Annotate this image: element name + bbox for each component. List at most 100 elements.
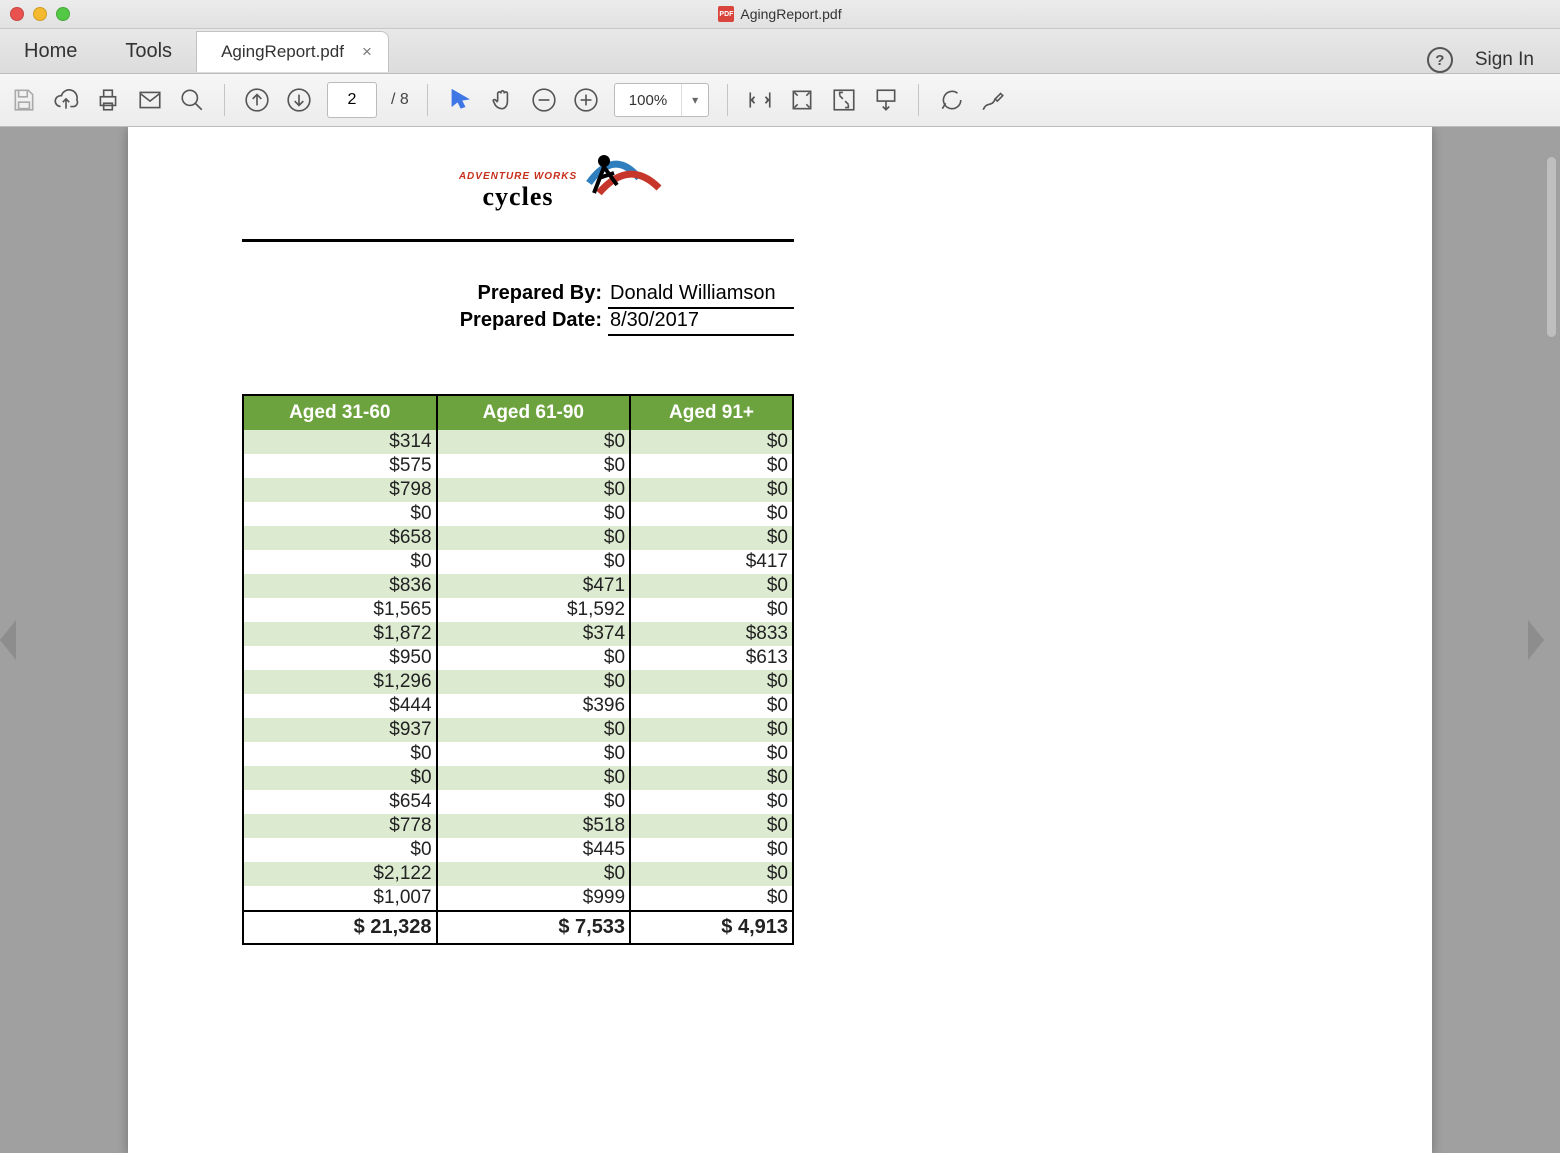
document-viewer[interactable]: ADVENTURE WORKS cycles Prepared By: Dona… xyxy=(0,127,1560,1153)
table-cell: $0 xyxy=(630,574,793,598)
window-titlebar: PDF AgingReport.pdf xyxy=(0,0,1560,29)
chevron-down-icon: ▾ xyxy=(681,84,708,116)
table-total-cell: $ 4,913 xyxy=(630,911,793,944)
fullscreen-icon[interactable] xyxy=(830,86,858,114)
table-cell: $836 xyxy=(243,574,437,598)
table-cell: $575 xyxy=(243,454,437,478)
table-cell: $0 xyxy=(437,790,631,814)
fit-width-icon[interactable] xyxy=(746,86,774,114)
print-icon[interactable] xyxy=(94,86,122,114)
table-row: $314$0$0 xyxy=(243,430,793,454)
table-cell: $0 xyxy=(630,526,793,550)
table-cell: $0 xyxy=(630,766,793,790)
search-icon[interactable] xyxy=(178,86,206,114)
email-icon[interactable] xyxy=(136,86,164,114)
table-cell: $999 xyxy=(437,886,631,911)
table-cell: $1,296 xyxy=(243,670,437,694)
table-cell: $518 xyxy=(437,814,631,838)
vertical-scrollbar[interactable] xyxy=(1545,127,1558,1153)
window-title-text: AgingReport.pdf xyxy=(740,6,841,22)
pdf-page: ADVENTURE WORKS cycles Prepared By: Dona… xyxy=(128,127,1432,1153)
table-row: $0$0$0 xyxy=(243,742,793,766)
document-tab[interactable]: AgingReport.pdf × xyxy=(196,31,389,72)
table-cell: $0 xyxy=(437,550,631,574)
table-cell: $613 xyxy=(630,646,793,670)
home-tab[interactable]: Home xyxy=(0,29,101,73)
logo-text-top: ADVENTURE WORKS xyxy=(459,171,577,182)
zoom-dropdown[interactable]: 100% ▾ xyxy=(614,83,709,117)
prev-page-icon[interactable] xyxy=(243,86,271,114)
fit-page-icon[interactable] xyxy=(788,86,816,114)
zoom-out-icon[interactable] xyxy=(530,86,558,114)
cloud-upload-icon[interactable] xyxy=(52,86,80,114)
table-cell: $0 xyxy=(630,886,793,911)
logo-graphic-icon xyxy=(579,143,689,213)
zoom-in-icon[interactable] xyxy=(572,86,600,114)
table-cell: $0 xyxy=(630,790,793,814)
table-row: $444$396$0 xyxy=(243,694,793,718)
zoom-value: 100% xyxy=(615,92,681,109)
table-cell: $445 xyxy=(437,838,631,862)
window-title: PDF AgingReport.pdf xyxy=(718,6,841,22)
table-cell: $0 xyxy=(437,526,631,550)
next-page-arrow[interactable] xyxy=(1528,620,1544,660)
tools-tab[interactable]: Tools xyxy=(101,29,196,73)
hand-tool-icon[interactable] xyxy=(488,86,516,114)
table-total-cell: $ 21,328 xyxy=(243,911,437,944)
table-row: $1,565$1,592$0 xyxy=(243,598,793,622)
table-cell: $0 xyxy=(437,766,631,790)
page-total-label: / 8 xyxy=(391,91,409,109)
table-cell: $0 xyxy=(437,646,631,670)
next-page-icon[interactable] xyxy=(285,86,313,114)
table-total-row: $ 21,328$ 7,533$ 4,913 xyxy=(243,911,793,944)
close-tab-button[interactable]: × xyxy=(362,42,372,62)
table-cell: $654 xyxy=(243,790,437,814)
document-tab-label: AgingReport.pdf xyxy=(221,42,344,62)
table-row: $1,296$0$0 xyxy=(243,670,793,694)
close-window-button[interactable] xyxy=(10,7,24,21)
traffic-lights xyxy=(10,7,70,21)
prepared-by-label: Prepared By: xyxy=(242,282,608,305)
table-cell: $417 xyxy=(630,550,793,574)
table-cell: $0 xyxy=(630,694,793,718)
prev-page-arrow[interactable] xyxy=(0,620,16,660)
table-cell: $0 xyxy=(630,430,793,454)
table-cell: $0 xyxy=(437,862,631,886)
table-cell: $0 xyxy=(243,502,437,526)
comment-icon[interactable] xyxy=(937,86,965,114)
save-icon[interactable] xyxy=(10,86,38,114)
table-cell: $778 xyxy=(243,814,437,838)
sign-icon[interactable] xyxy=(979,86,1007,114)
table-cell: $0 xyxy=(630,742,793,766)
table-cell: $0 xyxy=(437,742,631,766)
table-cell: $833 xyxy=(630,622,793,646)
table-row: $0$0$417 xyxy=(243,550,793,574)
table-cell: $1,872 xyxy=(243,622,437,646)
sign-in-button[interactable]: Sign In xyxy=(1475,49,1534,71)
table-cell: $314 xyxy=(243,430,437,454)
minimize-window-button[interactable] xyxy=(33,7,47,21)
table-row: $0$445$0 xyxy=(243,838,793,862)
pdf-icon: PDF xyxy=(718,6,734,22)
table-row: $575$0$0 xyxy=(243,454,793,478)
table-cell: $0 xyxy=(437,430,631,454)
pointer-tool-icon[interactable] xyxy=(446,86,474,114)
table-cell: $0 xyxy=(243,766,437,790)
page-number-input[interactable] xyxy=(327,82,377,118)
maximize-window-button[interactable] xyxy=(56,7,70,21)
table-row: $836$471$0 xyxy=(243,574,793,598)
table-cell: $0 xyxy=(630,862,793,886)
report-content: ADVENTURE WORKS cycles Prepared By: Dona… xyxy=(242,143,794,945)
prepared-by-value: Donald Williamson xyxy=(608,282,794,309)
table-cell: $658 xyxy=(243,526,437,550)
table-row: $937$0$0 xyxy=(243,718,793,742)
prepared-date-row: Prepared Date: 8/30/2017 xyxy=(242,309,794,336)
table-cell: $0 xyxy=(243,742,437,766)
table-cell: $0 xyxy=(437,454,631,478)
scrollbar-thumb[interactable] xyxy=(1547,157,1556,337)
table-total-cell: $ 7,533 xyxy=(437,911,631,944)
table-row: $0$0$0 xyxy=(243,502,793,526)
read-mode-icon[interactable] xyxy=(872,86,900,114)
table-row: $950$0$613 xyxy=(243,646,793,670)
help-icon[interactable]: ? xyxy=(1427,47,1453,73)
